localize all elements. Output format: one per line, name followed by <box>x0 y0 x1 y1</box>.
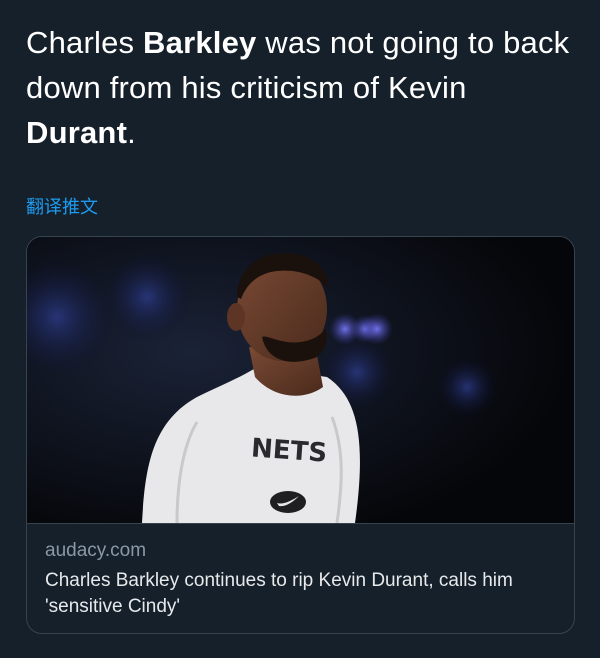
card-image[interactable]: NETS <box>27 237 574 523</box>
photo-of-kevin-durant-icon: NETS <box>27 237 574 523</box>
tweet-text-bold-barkley: Barkley <box>143 25 257 60</box>
tweet-text-part: . <box>127 115 136 150</box>
shirt-text: NETS <box>250 433 328 468</box>
tweet-text-part: Charles <box>26 25 144 60</box>
tweet-text: Charles Barkley was not going to back do… <box>26 20 574 155</box>
card-title[interactable]: Charles Barkley continues to rip Kevin D… <box>45 568 560 620</box>
translate-tweet-link[interactable]: 翻译推文 <box>26 193 98 219</box>
tweet-text-bold-durant: Durant <box>26 115 128 150</box>
card-divider <box>27 523 574 524</box>
link-preview-card[interactable]: NETS audacy.com Charles Barkley continue… <box>26 236 575 634</box>
card-domain: audacy.com <box>45 540 147 561</box>
